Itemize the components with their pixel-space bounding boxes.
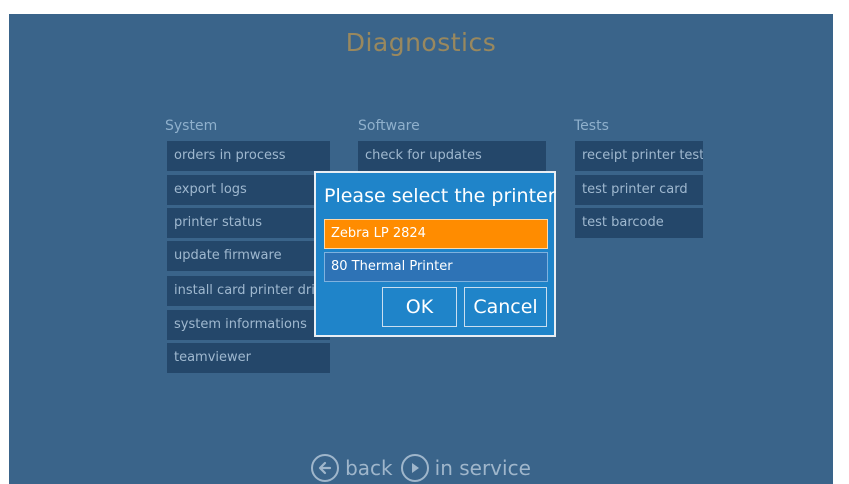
receipt-printer-test-button[interactable]: receipt printer test (575, 141, 703, 171)
check-for-updates-button[interactable]: check for updates (358, 141, 546, 171)
back-label: back (345, 456, 393, 480)
orders-in-process-button[interactable]: orders in process (167, 141, 330, 171)
teamviewer-button[interactable]: teamviewer (167, 343, 330, 373)
page-title: Diagnostics (345, 28, 497, 57)
cancel-button[interactable]: Cancel (464, 287, 547, 327)
arrow-left-circle-icon (311, 454, 340, 482)
export-logs-button[interactable]: export logs (167, 175, 330, 205)
tests-header: Tests (574, 118, 609, 134)
update-firmware-button[interactable]: update firmware (167, 241, 330, 271)
software-header: Software (358, 118, 420, 134)
printer-status-button[interactable]: printer status (167, 208, 330, 238)
play-circle-icon (400, 454, 429, 482)
printer-option-zebra[interactable]: Zebra LP 2824 (324, 219, 548, 249)
printer-select-dialog: Please select the printer Zebra LP 2824 … (314, 171, 556, 337)
ok-button[interactable]: OK (382, 287, 457, 327)
footer-nav: back in service (9, 452, 833, 484)
system-header: System (165, 118, 218, 134)
dialog-title: Please select the printer (324, 185, 556, 207)
back-button[interactable]: back (311, 454, 393, 482)
in-service-button[interactable]: in service (400, 454, 531, 482)
printer-option-thermal[interactable]: 80 Thermal Printer (324, 252, 548, 282)
in-service-label: in service (434, 456, 531, 480)
test-printer-card-button[interactable]: test printer card (575, 175, 703, 205)
system-informations-button[interactable]: system informations (167, 310, 330, 340)
install-card-printer-driver-button[interactable]: install card printer driv (167, 276, 330, 306)
test-barcode-button[interactable]: test barcode (575, 208, 703, 238)
